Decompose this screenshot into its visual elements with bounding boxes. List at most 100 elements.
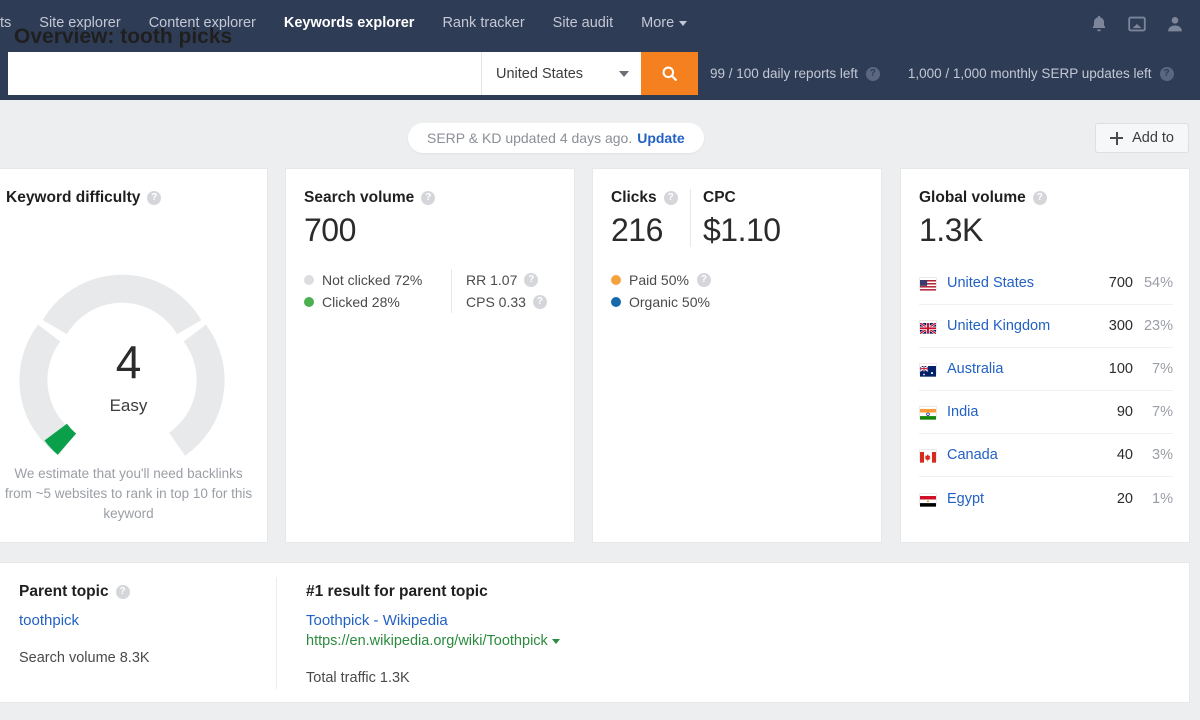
- country-row[interactable]: United States 700 54%: [919, 262, 1173, 305]
- help-icon[interactable]: ?: [421, 191, 436, 205]
- help-icon[interactable]: ?: [1159, 66, 1174, 81]
- nav-label: Keywords explorer: [283, 15, 415, 31]
- country-name[interactable]: India: [947, 404, 1091, 420]
- help-icon[interactable]: ?: [147, 191, 162, 205]
- search-submit-button[interactable]: [641, 52, 698, 95]
- card-title-label: #1 result for parent topic: [306, 583, 488, 600]
- card-title-label: Search volume: [304, 189, 415, 206]
- flag-icon: [919, 277, 937, 291]
- search-volume-legend: Not clicked 72% Clicked 28%: [304, 269, 422, 313]
- keyword-search-input[interactable]: [8, 52, 481, 95]
- search-box: United States: [8, 52, 698, 95]
- metric-label: CPS 0.33: [466, 294, 526, 310]
- country-percent: 7%: [1152, 404, 1173, 420]
- keyword-difficulty-note: We estimate that you'll need backlinks f…: [4, 466, 253, 521]
- nav-item-more[interactable]: More: [627, 0, 701, 47]
- card-title-label: Clicks: [611, 189, 657, 206]
- metric-cps: CPS 0.33 ?: [466, 291, 547, 313]
- section-divider: [276, 577, 277, 689]
- clicks-cpc-card: Clicks ? 216 CPC $1.10 Paid 50% ? Organi…: [592, 168, 882, 543]
- daily-reports-quota: 99 / 100 daily reports left: [710, 66, 858, 81]
- country-select[interactable]: United States: [481, 52, 641, 95]
- message-icon[interactable]: [1126, 13, 1148, 35]
- legend-item-not-clicked: Not clicked 72%: [304, 269, 422, 291]
- add-to-button[interactable]: Add to: [1095, 123, 1189, 153]
- nav-right-icons: [1088, 0, 1186, 47]
- legend-label: Organic 50%: [629, 294, 710, 310]
- help-icon[interactable]: ?: [696, 273, 711, 287]
- help-icon[interactable]: ?: [865, 66, 880, 81]
- nav-item-rank-tracker[interactable]: Rank tracker: [428, 0, 538, 47]
- country-percent: 1%: [1152, 490, 1173, 507]
- serp-update-link[interactable]: Update: [637, 130, 684, 146]
- clicks-title: Clicks ?: [611, 189, 678, 207]
- top-result-url[interactable]: https://en.wikipedia.org/wiki/Toothpick: [306, 633, 826, 649]
- search-volume-value: 700: [304, 212, 356, 248]
- country-row[interactable]: Egypt 20 1%: [919, 477, 1173, 520]
- help-icon[interactable]: ?: [524, 273, 539, 287]
- legend-item-clicked: Clicked 28%: [304, 291, 422, 313]
- cpc-title: CPC: [703, 189, 736, 207]
- clicks-cpc-divider: [690, 189, 691, 247]
- card-title-label: Global volume: [919, 189, 1026, 206]
- help-icon[interactable]: ?: [115, 585, 130, 599]
- parent-topic-section: Parent topic ? toothpick Search volume 8…: [19, 583, 269, 666]
- serp-update-text: SERP & KD updated 4 days ago.: [427, 130, 633, 146]
- flag-icon: [919, 363, 937, 377]
- legend-dot-icon: [611, 297, 621, 307]
- country-name[interactable]: Australia: [947, 361, 1091, 377]
- keyword-difficulty-title: Keyword difficulty ?: [6, 189, 162, 207]
- legend-dot-icon: [611, 275, 621, 285]
- country-percent: 23%: [1143, 318, 1173, 334]
- flag-icon: [919, 492, 937, 507]
- country-volume: 20: [1116, 490, 1133, 507]
- country-volume: 700: [1108, 275, 1133, 291]
- country-percent: 54%: [1143, 275, 1173, 291]
- country-name[interactable]: United States: [947, 275, 1091, 291]
- country-volume: 300: [1108, 318, 1133, 334]
- country-name[interactable]: United Kingdom: [947, 318, 1091, 334]
- top-result-page-link[interactable]: Toothpick - Wikipedia: [306, 612, 826, 629]
- legend-divider: [451, 269, 452, 313]
- global-volume-value: 1.3K: [919, 212, 983, 248]
- country-volume-list: United States 700 54% United Kingdom 300 23% A…: [919, 262, 1173, 520]
- nav-label: More: [641, 15, 675, 31]
- chevron-down-icon: [619, 70, 629, 77]
- metric-rr: RR 1.07 ?: [466, 269, 547, 291]
- parent-topic-link[interactable]: toothpick: [19, 612, 269, 629]
- clicks-legend: Paid 50% ? Organic 50%: [611, 269, 711, 313]
- bell-icon[interactable]: [1088, 13, 1110, 35]
- nav-label: Site audit: [552, 15, 614, 31]
- legend-label: Clicked 28%: [322, 294, 400, 310]
- country-row[interactable]: Australia 100 7%: [919, 348, 1173, 391]
- legend-dot-icon: [304, 297, 314, 307]
- help-icon[interactable]: ?: [1032, 191, 1047, 205]
- country-name[interactable]: Egypt: [947, 491, 1091, 507]
- gauge-fill: [44, 423, 77, 455]
- cpc-value: $1.10: [703, 212, 781, 248]
- nav-item-site-audit[interactable]: Site audit: [539, 0, 627, 47]
- metric-label: RR 1.07: [466, 272, 518, 288]
- legend-item-organic: Organic 50%: [611, 291, 711, 313]
- page-title: Overview: tooth picks: [14, 25, 233, 48]
- keyword-difficulty-card: Keyword difficulty ? 4 Easy We estimate …: [0, 168, 268, 543]
- chevron-down-icon[interactable]: [551, 638, 560, 644]
- help-icon[interactable]: ?: [663, 191, 678, 205]
- country-row[interactable]: United Kingdom 300 23%: [919, 305, 1173, 348]
- country-percent: 7%: [1152, 361, 1173, 377]
- global-volume-card: Global volume ? 1.3K United States 700 54%…: [900, 168, 1190, 543]
- search-icon: [662, 66, 677, 81]
- account-icon[interactable]: [1164, 13, 1186, 35]
- parent-topic-title: Parent topic ?: [19, 583, 269, 601]
- nav-label: Rank tracker: [442, 15, 525, 31]
- nav-item-keywords-explorer[interactable]: Keywords explorer: [270, 0, 429, 47]
- global-volume-title: Global volume ?: [919, 189, 1047, 207]
- legend-item-paid: Paid 50% ?: [611, 269, 711, 291]
- country-name[interactable]: Canada: [947, 447, 1091, 463]
- country-row[interactable]: India 90 7%: [919, 391, 1173, 434]
- help-icon[interactable]: ?: [532, 295, 547, 309]
- keyword-difficulty-value: 4: [115, 336, 142, 388]
- legend-dot-icon: [304, 275, 314, 285]
- country-row[interactable]: Canada 40 3%: [919, 434, 1173, 477]
- monthly-serp-quota: 1,000 / 1,000 monthly SERP updates left: [907, 66, 1152, 81]
